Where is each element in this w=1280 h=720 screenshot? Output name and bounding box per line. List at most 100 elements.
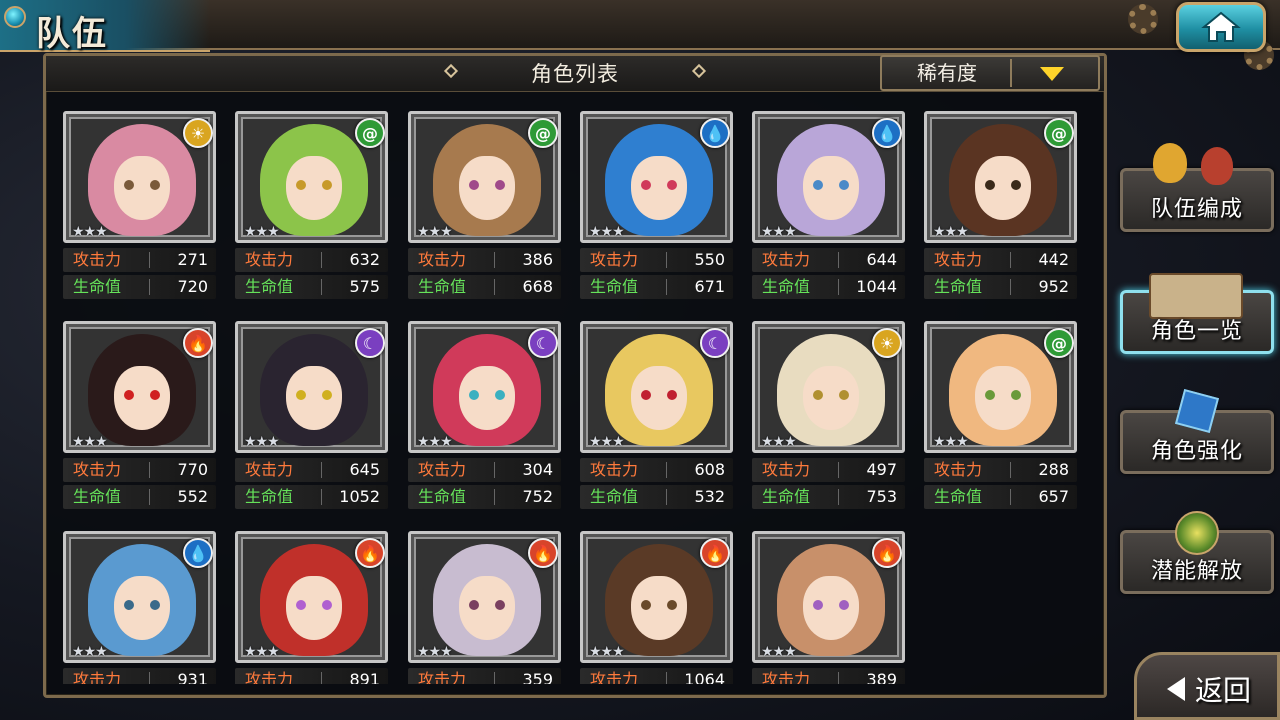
home-button[interactable] xyxy=(1176,2,1266,52)
gear-decoration-icon xyxy=(1128,4,1158,34)
character-portrait[interactable]: ☀ ★★★ xyxy=(63,111,216,243)
page-title: 队伍 xyxy=(36,14,108,54)
character-card[interactable]: @ ★★★ 攻击力 632 生命值 575 xyxy=(235,111,388,301)
character-card[interactable]: 🔥 ★★★ 攻击力 891 xyxy=(235,531,388,684)
portrait-face xyxy=(803,366,859,430)
stat-separator xyxy=(666,279,667,295)
attack-stat-row: 攻击力 271 xyxy=(63,248,216,272)
attack-label: 攻击力 xyxy=(245,460,294,479)
character-card[interactable]: ☾ ★★★ 攻击力 304 生命值 752 xyxy=(408,321,561,511)
character-portrait[interactable]: 🔥 ★★★ xyxy=(580,531,733,663)
portrait-face xyxy=(631,576,687,640)
enhance-crystal-icon xyxy=(1174,388,1220,434)
character-card[interactable]: @ ★★★ 攻击力 386 生命值 668 xyxy=(408,111,561,301)
hp-stat-row: 生命值 753 xyxy=(752,485,905,509)
character-portrait[interactable]: ☀ ★★★ xyxy=(752,321,905,453)
character-portrait[interactable]: 💧 ★★★ xyxy=(580,111,733,243)
character-card[interactable]: @ ★★★ 攻击力 288 生命值 657 xyxy=(924,321,1077,511)
character-card[interactable]: 🔥 ★★★ 攻击力 389 xyxy=(752,531,905,684)
attack-label: 攻击力 xyxy=(590,670,639,684)
portrait-face xyxy=(286,366,342,430)
portrait-face xyxy=(975,366,1031,430)
hp-stat-row: 生命值 575 xyxy=(235,275,388,299)
portrait-face xyxy=(631,156,687,220)
hp-value: 1044 xyxy=(856,277,897,296)
hp-label: 生命值 xyxy=(418,277,467,296)
attack-stat-row: 攻击力 386 xyxy=(408,248,561,272)
potential-orb-icon xyxy=(1175,511,1219,555)
attack-label: 攻击力 xyxy=(762,460,811,479)
orb-icon xyxy=(4,6,26,28)
stat-separator xyxy=(666,252,667,268)
stat-separator xyxy=(321,462,322,478)
dropdown-arrow-icon[interactable] xyxy=(1040,67,1064,81)
character-card[interactable]: 💧 ★★★ 攻击力 644 生命值 1044 xyxy=(752,111,905,301)
portrait-eye xyxy=(641,180,651,190)
attack-label: 攻击力 xyxy=(590,460,639,479)
character-card[interactable]: @ ★★★ 攻击力 442 生命值 952 xyxy=(924,111,1077,301)
character-card[interactable]: 🔥 ★★★ 攻击力 1064 xyxy=(580,531,733,684)
stat-separator xyxy=(321,672,322,684)
attack-value: 359 xyxy=(522,670,553,684)
light-element-icon: ☀ xyxy=(872,328,902,358)
hp-stat-row: 生命值 1052 xyxy=(235,485,388,509)
character-portrait[interactable]: 💧 ★★★ xyxy=(63,531,216,663)
character-portrait[interactable]: ☾ ★★★ xyxy=(408,321,561,453)
character-portrait[interactable]: 🔥 ★★★ xyxy=(235,531,388,663)
character-portrait[interactable]: @ ★★★ xyxy=(924,111,1077,243)
hp-label: 生命值 xyxy=(934,487,983,506)
wind-element-icon: @ xyxy=(1044,328,1074,358)
attack-value: 304 xyxy=(522,460,553,479)
team-edit-button[interactable]: 队伍编成 xyxy=(1120,143,1274,232)
potential-unlock-button[interactable]: 潜能解放 xyxy=(1120,511,1274,594)
attack-value: 442 xyxy=(1038,250,1069,269)
portrait-eye xyxy=(667,180,677,190)
hp-value: 671 xyxy=(694,277,725,296)
attack-label: 攻击力 xyxy=(73,670,122,684)
portrait-eye xyxy=(839,600,849,610)
attack-stat-row: 攻击力 891 xyxy=(235,668,388,684)
rarity-stars: ★★★ xyxy=(417,644,453,660)
character-portrait[interactable]: ☾ ★★★ xyxy=(235,321,388,453)
character-portrait[interactable]: @ ★★★ xyxy=(235,111,388,243)
portrait-face xyxy=(631,366,687,430)
sort-label: 稀有度 xyxy=(917,61,977,85)
attack-value: 288 xyxy=(1038,460,1069,479)
portrait-eye xyxy=(813,180,823,190)
character-card[interactable]: ☀ ★★★ 攻击力 271 生命值 720 xyxy=(63,111,216,301)
character-card[interactable]: 🔥 ★★★ 攻击力 359 xyxy=(408,531,561,684)
character-portrait[interactable]: 🔥 ★★★ xyxy=(752,531,905,663)
potential-unlock-label: 潜能解放 xyxy=(1150,559,1243,584)
stat-separator xyxy=(838,672,839,684)
character-card[interactable]: ☾ ★★★ 攻击力 608 生命值 532 xyxy=(580,321,733,511)
stat-separator xyxy=(149,489,150,505)
character-enhance-button[interactable]: 角色强化 xyxy=(1120,388,1274,474)
character-portrait[interactable]: @ ★★★ xyxy=(408,111,561,243)
sort-dropdown[interactable]: 稀有度 xyxy=(880,55,1100,91)
character-card[interactable]: 🔥 ★★★ 攻击力 770 生命值 552 xyxy=(63,321,216,511)
character-card[interactable]: 💧 ★★★ 攻击力 550 生命值 671 xyxy=(580,111,733,301)
portrait-eye xyxy=(296,600,306,610)
character-portrait[interactable]: 💧 ★★★ xyxy=(752,111,905,243)
character-portrait[interactable]: @ ★★★ xyxy=(924,321,1077,453)
character-card[interactable]: 💧 ★★★ 攻击力 931 xyxy=(63,531,216,684)
rarity-stars: ★★★ xyxy=(589,644,625,660)
character-card[interactable]: ☾ ★★★ 攻击力 645 生命值 1052 xyxy=(235,321,388,511)
rarity-stars: ★★★ xyxy=(761,224,797,240)
portrait-face xyxy=(459,156,515,220)
portrait-eye xyxy=(1011,390,1021,400)
character-portrait[interactable]: 🔥 ★★★ xyxy=(63,321,216,453)
character-list-button[interactable]: 角色一览 xyxy=(1120,273,1274,354)
hp-label: 生命值 xyxy=(73,487,122,506)
character-card[interactable]: ☀ ★★★ 攻击力 497 生命值 753 xyxy=(752,321,905,511)
character-portrait[interactable]: 🔥 ★★★ xyxy=(408,531,561,663)
character-portrait[interactable]: ☾ ★★★ xyxy=(580,321,733,453)
dark-element-icon: ☾ xyxy=(528,328,558,358)
portrait-eye xyxy=(813,390,823,400)
hp-stat-row: 生命值 657 xyxy=(924,485,1077,509)
back-button[interactable]: 返回 xyxy=(1134,652,1280,720)
rarity-stars: ★★★ xyxy=(933,224,969,240)
portrait-face xyxy=(114,576,170,640)
rarity-stars: ★★★ xyxy=(933,434,969,450)
portrait-face xyxy=(286,156,342,220)
